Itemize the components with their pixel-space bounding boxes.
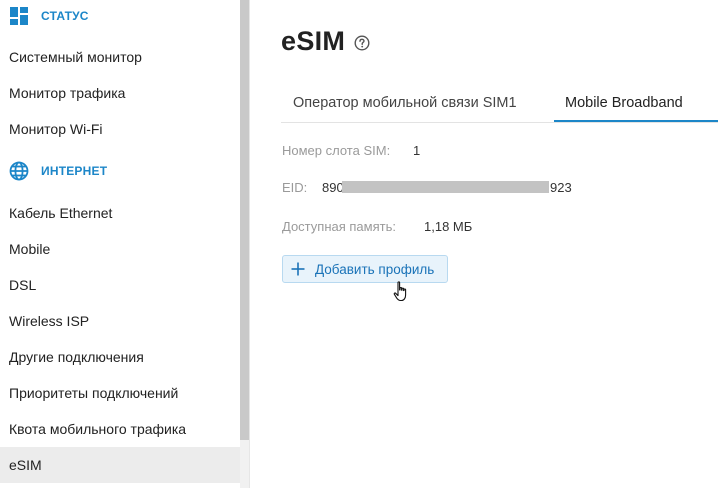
eid-redaction-bar <box>342 181 549 193</box>
memory-value: 1,18 МБ <box>424 219 473 234</box>
globe-icon <box>8 160 30 182</box>
sidebar-item-mobile[interactable]: Mobile <box>0 231 240 267</box>
sidebar-item-connection-priorities[interactable]: Приоритеты подключений <box>0 375 240 411</box>
sidebar-item-mobile-traffic-quota[interactable]: Квота мобильного трафика <box>0 411 240 447</box>
sidebar-item-label: Wireless ISP <box>9 313 90 329</box>
sidebar-item-traffic-monitor[interactable]: Монитор трафика <box>0 75 240 111</box>
tab-label: Mobile Broadband <box>565 95 683 111</box>
question-circle-icon[interactable] <box>354 35 370 51</box>
sidebar-item-label: Монитор трафика <box>9 85 126 101</box>
sidebar-item-label: Другие подключения <box>9 349 144 365</box>
sidebar-item-label: Приоритеты подключений <box>9 385 179 401</box>
sim-slot-label: Номер слота SIM: <box>282 143 391 158</box>
hand-pointer-cursor-icon <box>393 281 411 303</box>
section-internet-label: ИНТЕРНЕТ <box>41 164 108 178</box>
sidebar-item-label: eSIM <box>9 457 42 473</box>
tab-label: Оператор мобильной связи SIM1 <box>293 95 517 111</box>
sidebar-item-label: Mobile <box>9 241 51 257</box>
memory-label: Доступная память: <box>282 219 396 234</box>
sidebar-item-esim[interactable]: eSIM <box>0 447 240 483</box>
add-profile-button[interactable]: Добавить профиль <box>282 255 448 283</box>
section-status: СТАТУС <box>8 4 89 28</box>
tab-sim1-operator[interactable]: Оператор мобильной связи SIM1 <box>293 86 517 120</box>
tab-bar: Оператор мобильной связи SIM1 Mobile Bro… <box>281 86 718 123</box>
sidebar-item-label: Кабель Ethernet <box>9 205 113 221</box>
dashboard-grid-icon <box>8 5 30 27</box>
sidebar-item-wireless-isp[interactable]: Wireless ISP <box>0 303 240 339</box>
add-profile-label: Добавить профиль <box>315 261 435 277</box>
sidebar: СТАТУС Системный монитор Монитор трафика… <box>0 0 240 488</box>
scrollbar-thumb[interactable] <box>240 0 249 440</box>
sidebar-item-label: Системный монитор <box>9 49 142 65</box>
tab-mobile-broadband[interactable]: Mobile Broadband <box>554 86 718 122</box>
section-internet: ИНТЕРНЕТ <box>8 159 107 183</box>
sidebar-scrollbar[interactable] <box>240 0 249 488</box>
sidebar-divider <box>249 0 250 488</box>
sidebar-item-dsl[interactable]: DSL <box>0 267 240 303</box>
section-status-label: СТАТУС <box>41 9 89 23</box>
page-title: eSIM <box>281 26 346 56</box>
plus-icon <box>291 262 305 276</box>
eid-suffix: 923 <box>550 180 572 195</box>
eid-prefix: 890 <box>322 180 344 195</box>
sidebar-item-system-monitor[interactable]: Системный монитор <box>0 39 240 75</box>
sidebar-item-label: Монитор Wi-Fi <box>9 121 103 137</box>
sidebar-item-label: Квота мобильного трафика <box>9 421 187 437</box>
sim-slot-value: 1 <box>413 143 421 158</box>
sidebar-item-label: DSL <box>9 277 37 293</box>
eid-label: EID: <box>282 180 308 195</box>
sidebar-item-ethernet[interactable]: Кабель Ethernet <box>0 195 240 231</box>
sidebar-item-wifi-monitor[interactable]: Монитор Wi-Fi <box>0 111 240 147</box>
sidebar-item-other-connections[interactable]: Другие подключения <box>0 339 240 375</box>
